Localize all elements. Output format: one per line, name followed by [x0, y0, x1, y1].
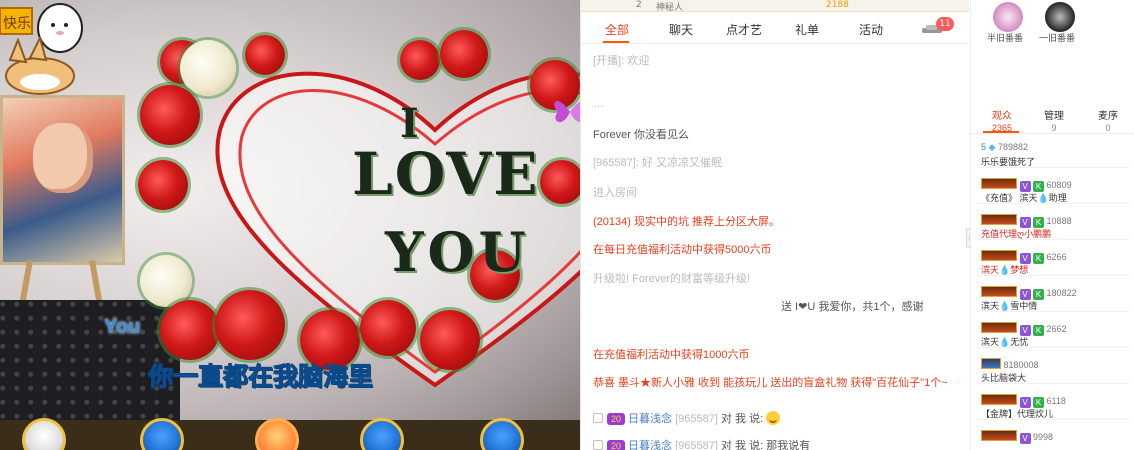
poster-face	[33, 123, 93, 193]
strip-username: 神秘人	[656, 3, 684, 13]
love-word: LOVE	[352, 140, 540, 208]
tab-audience[interactable]: 观众 2365	[975, 107, 1029, 133]
chat-user-id: [965587]	[675, 440, 718, 450]
level-badge: 20	[607, 440, 626, 450]
tab-chat[interactable]: 聊天	[669, 21, 693, 38]
rose	[160, 300, 220, 360]
chat-text: 对 我 说: 那我说有	[720, 440, 811, 450]
strip-coins: 2188	[826, 0, 849, 10]
audience-user-row[interactable]: V K 60809 《充值》 滨天💧助理	[977, 174, 1129, 204]
live-room: 快乐 I LOVE YOU You 你一直都在我脑海里 2 神秘人 2188 全…	[0, 0, 1134, 450]
tab-badge: 11	[936, 17, 954, 31]
chat-message: 进入房间	[593, 187, 637, 199]
chat-topstrip: 2 神秘人 2188	[581, 0, 969, 13]
tab-gifts[interactable]: 礼单	[795, 21, 819, 38]
chat-tabs: 全部 聊天 点才艺 礼单 活动 11	[581, 14, 969, 44]
chat-message: [开播]: 欢迎	[593, 55, 650, 67]
chat-text: 对 我 说:	[720, 413, 764, 425]
chat-username[interactable]: 日暮浅念	[628, 413, 672, 425]
chat-message: 在每日充值福利活动中获得5000六币	[593, 244, 772, 256]
chat-message: Forever 你没看见么	[593, 129, 689, 141]
chat-message: 送 I❤U 我爱你，共1个，感谢	[781, 301, 924, 313]
rank-name: 一旧番番	[1039, 33, 1076, 43]
you-word: YOU	[385, 220, 530, 284]
white-rose	[140, 255, 192, 307]
tab-admin[interactable]: 管理 9	[1027, 107, 1081, 133]
tab-all[interactable]: 全部	[605, 21, 629, 38]
cat-dog-mascot: 快乐	[0, 0, 92, 100]
level-badge: 20	[607, 413, 626, 425]
audience-panel: 半旧番番 一旧番番 观众 2365 管理 9 麦序 0 5 ◆ 789882 乐乐要饿…	[970, 0, 1134, 450]
audience-tabs: 观众 2365 管理 9 麦序 0	[971, 100, 1134, 134]
diamond-icon: ◆	[988, 142, 996, 152]
rose	[420, 310, 480, 370]
chat-message: (20134) 现实中的坑 推荐上分区大屏。	[593, 216, 781, 228]
select-checkbox[interactable]	[593, 413, 603, 423]
rose	[140, 85, 200, 145]
audience-user-row[interactable]: V K 6266 滨天💧梦想	[977, 246, 1129, 276]
smile-emoji-icon	[766, 411, 781, 425]
white-rose	[180, 40, 236, 96]
noble-badge-icon	[981, 178, 1017, 189]
chat-username[interactable]: 日暮浅念	[628, 440, 672, 450]
live-video[interactable]: 快乐 I LOVE YOU You 你一直都在我脑海里	[0, 0, 580, 420]
audience-user-row[interactable]: V K 180822 滨天💧雪中情	[977, 282, 1129, 312]
audience-user-row[interactable]: 5 ◆ 789882 乐乐要饿死了	[977, 138, 1129, 168]
rose	[400, 40, 440, 80]
tab-mic-queue[interactable]: 麦序 0	[1081, 107, 1134, 133]
strip-count: 2	[636, 0, 642, 10]
noble-badge-icon	[981, 358, 1001, 369]
noble-badge-icon	[981, 286, 1017, 297]
chat-message: 升级啦! Forever的财富等级升级!	[593, 273, 751, 285]
chat-message-row: 20 日暮浅念 [965587] 对 我 说: 那我说有	[593, 437, 810, 450]
noble-badge-icon	[981, 214, 1017, 225]
rank-name: 半旧番番	[987, 33, 1024, 43]
rose	[360, 300, 416, 356]
you-label: You	[104, 316, 141, 338]
audience-user-row[interactable]: V K 6118 【金牌】代理炊儿	[977, 390, 1129, 420]
select-checkbox[interactable]	[593, 440, 603, 450]
poster-painting	[0, 95, 125, 265]
butterfly-icon	[554, 101, 580, 123]
rose	[540, 160, 580, 204]
rose	[245, 35, 285, 75]
tab-activity[interactable]: 活动	[859, 21, 883, 38]
chat-message: [965587]: 好 又凉凉又催眠	[593, 157, 722, 169]
chat-panel: 2 神秘人 2188 全部 聊天 点才艺 礼单 活动 11 [开播]: 欢迎 ……	[580, 0, 969, 450]
rose	[138, 160, 188, 210]
audience-user-row[interactable]: V 9998	[977, 426, 1129, 450]
chat-user-id: [965587]	[675, 413, 718, 425]
lyrics-subtitle: 你一直都在我脑海里	[147, 363, 374, 392]
noble-badge-icon	[981, 394, 1017, 405]
chat-message: …	[593, 98, 604, 110]
noble-badge-icon	[981, 322, 1017, 333]
chat-message-row: 20 日暮浅念 [965587] 对 我 说:	[593, 410, 781, 426]
sticker-text: 快乐	[3, 16, 31, 32]
rank-badge-icon[interactable]	[1045, 2, 1075, 32]
rank-badge-icon[interactable]	[993, 2, 1023, 32]
noble-badge-icon	[981, 430, 1017, 441]
chat-message: 恭喜 墨斗★新人小雅 收到 能孩玩儿 送出的盲盒礼物 获得"百花仙子"1个~	[593, 377, 948, 389]
chat-message: 在充值福利活动中获得1000六币	[593, 349, 750, 361]
audience-user-row[interactable]: 8180008 头比脑袋大	[977, 354, 1129, 384]
audience-user-row[interactable]: V K 10888 充值代理ღ小鹏鹏	[977, 210, 1129, 240]
audience-user-row[interactable]: V K 2662 滨天💧无忧	[977, 318, 1129, 348]
rose	[215, 290, 285, 360]
top-ranks: 半旧番番 一旧番番	[971, 0, 1134, 98]
noble-badge-icon	[981, 250, 1017, 261]
tab-underline	[603, 41, 629, 43]
tab-talent[interactable]: 点才艺	[726, 21, 762, 38]
rose	[440, 30, 488, 78]
tab-underline	[983, 131, 1019, 133]
